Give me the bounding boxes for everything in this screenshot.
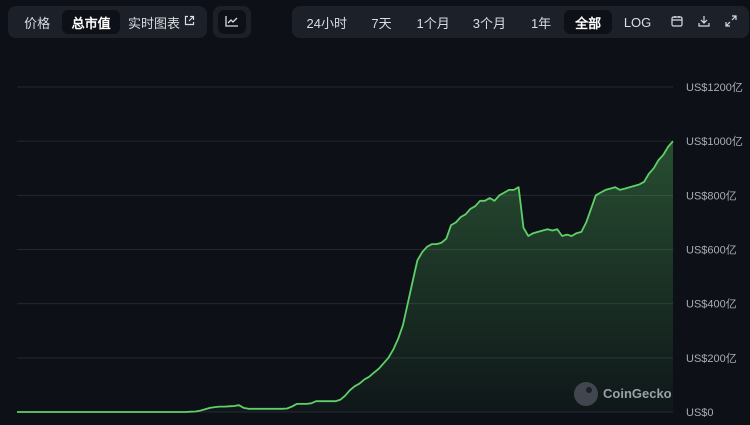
range-3m-label: 3个月	[472, 15, 506, 31]
range-all[interactable]: 全部	[564, 10, 613, 34]
range-1m[interactable]: 1个月	[405, 10, 460, 34]
fullscreen-button[interactable]	[718, 10, 745, 34]
y-tick-label: US$800亿	[686, 189, 737, 202]
y-tick-label: US$600亿	[686, 244, 737, 257]
range-1y-label: 1年	[530, 15, 552, 31]
range-24h-label: 24小时	[306, 15, 347, 31]
y-tick-label: US$1200亿	[686, 81, 743, 94]
download-icon	[698, 15, 710, 30]
tab-price[interactable]: 价格	[12, 10, 62, 34]
chart-type-toggle	[213, 6, 251, 38]
range-1m-label: 1个月	[416, 15, 450, 31]
tab-market-cap[interactable]: 总市值	[62, 10, 120, 34]
range-24h[interactable]: 24小时	[296, 10, 358, 34]
line-chart-icon	[225, 15, 239, 30]
calendar-icon	[671, 15, 683, 30]
tab-live-chart-label: 实时图表	[127, 15, 180, 31]
coingecko-logo-icon	[574, 382, 598, 406]
date-range-button[interactable]	[663, 10, 690, 34]
line-chart-button[interactable]	[218, 10, 246, 34]
y-tick-label: US$200亿	[686, 352, 737, 365]
series-area	[17, 141, 673, 412]
range-3m[interactable]: 3个月	[461, 10, 518, 34]
range-all-label: 全部	[575, 15, 602, 31]
range-7d[interactable]: 7天	[358, 10, 406, 34]
expand-icon	[725, 14, 737, 30]
watermark-text: CoinGecko	[603, 386, 672, 401]
y-tick-label: US$400亿	[686, 298, 737, 311]
range-1y[interactable]: 1年	[518, 10, 564, 34]
download-button[interactable]	[690, 10, 717, 34]
range-7d-label: 7天	[371, 15, 392, 31]
log-scale-toggle[interactable]: LOG	[612, 10, 663, 34]
y-tick-label: US$1000亿	[686, 135, 743, 148]
metric-tabs: 价格 总市值 实时图表	[8, 6, 207, 38]
market-cap-chart[interactable]: US$0 US$200亿 US$400亿 US$600亿 US$800亿 US$1000亿…	[0, 0, 750, 425]
tab-market-cap-label: 总市值	[71, 15, 111, 31]
range-tabs: 24小时 7天 1个月 3个月 1年 全部 LOG	[292, 6, 749, 38]
tab-live-chart[interactable]: 实时图表	[120, 10, 203, 34]
tab-price-label: 价格	[24, 15, 51, 31]
external-link-icon	[184, 15, 195, 29]
y-tick-label: US$0	[686, 407, 714, 419]
log-scale-label: LOG	[623, 14, 652, 30]
y-axis-labels: US$0 US$200亿 US$400亿 US$600亿 US$800亿 US$1000亿…	[686, 81, 743, 419]
